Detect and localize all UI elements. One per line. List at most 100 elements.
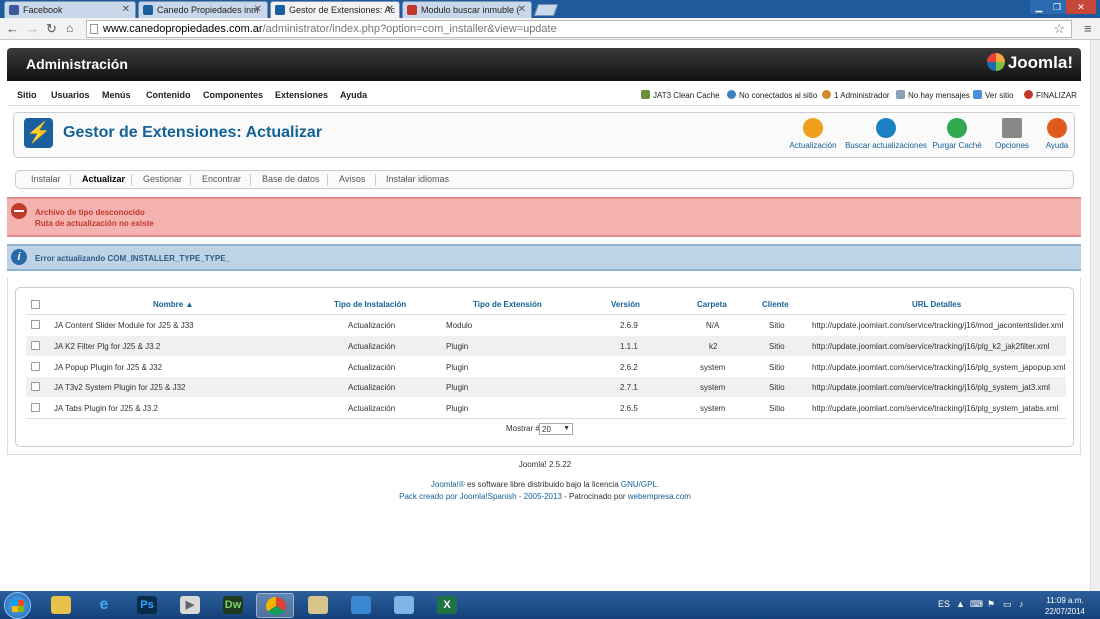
jat3-clean-cache-link[interactable]: JAT3 Clean Cache [641, 90, 720, 100]
clock-date: 22/07/2014 [1044, 607, 1086, 616]
volume-icon[interactable]: ♪ [1019, 599, 1024, 609]
col-carpeta[interactable]: Carpeta [697, 300, 727, 309]
col-nombre[interactable]: Nombre ▲ [153, 300, 193, 309]
view-site-link[interactable]: Ver sitio [973, 90, 1013, 100]
messages-link[interactable]: No hay mensajes [896, 90, 970, 100]
cell-url: http://update.joomlart.com/service/track… [812, 342, 1050, 351]
joomla-link[interactable]: Joomla!® [431, 480, 465, 489]
menu-ayuda[interactable]: Ayuda [340, 90, 367, 100]
browser-tab-canedo[interactable]: Canedo Propiedades inm ✕ [138, 1, 268, 18]
internet-explorer-icon: e [99, 596, 109, 613]
cell-version: 2.6.9 [620, 321, 638, 330]
taskbar-excel[interactable]: X [428, 593, 466, 618]
view-site-icon [973, 90, 982, 99]
cell-cliente: Sitio [769, 383, 785, 392]
bookmark-star-icon[interactable]: ☆ [1053, 21, 1065, 37]
tab-title: Facebook [23, 5, 63, 15]
vertical-scrollbar[interactable] [1090, 40, 1100, 591]
table-row: JA Popup Plugin for J25 & J32 Actualizac… [26, 357, 1066, 377]
tab-instalar[interactable]: Instalar [31, 174, 61, 184]
tab-actualizar[interactable]: Actualizar [82, 174, 125, 184]
find-updates-button[interactable]: Buscar actualizaciones [844, 118, 928, 150]
row-checkbox[interactable] [31, 362, 40, 371]
flag-icon[interactable]: ⚑ [987, 599, 995, 610]
col-version[interactable]: Versión [611, 300, 640, 309]
browser-tab-facebook[interactable]: Facebook ✕ [4, 1, 136, 18]
back-arrow-icon[interactable]: ← [6, 21, 19, 36]
keyboard-icon[interactable]: ⌨ [970, 599, 983, 610]
close-icon[interactable]: ✕ [518, 4, 526, 15]
joomla-spanish-link[interactable]: Pack creado por Joomla!Spanish - 2005-20… [399, 492, 562, 501]
menu-menus[interactable]: Menús [102, 90, 131, 100]
col-url-detalles[interactable]: URL Detalles [912, 300, 961, 309]
cell-cliente: Sitio [769, 363, 785, 372]
chrome-icon [266, 597, 286, 615]
show-count-select[interactable]: 20 [539, 423, 573, 435]
home-icon[interactable]: ⌂ [66, 21, 73, 35]
tab-encontrar[interactable]: Encontrar [202, 174, 241, 184]
browser-tab-modulo[interactable]: Modulo buscar inmuble ( ✕ [402, 1, 532, 18]
col-tipo-extension[interactable]: Tipo de Extensión [473, 300, 542, 309]
col-cliente[interactable]: Cliente [762, 300, 789, 309]
col-tipo-instalacion[interactable]: Tipo de Instalación [334, 300, 406, 309]
windows-taskbar: e Ps ▶ Dw X ES ▲ ⌨ ⚑ ▭ ♪ 11:09 a.m. 22/0… [0, 591, 1100, 619]
show-hidden-icons-icon[interactable]: ▲ [956, 599, 965, 609]
close-icon[interactable]: ✕ [254, 4, 262, 15]
help-button[interactable]: Ayuda [1042, 118, 1072, 150]
cell-carpeta: N/A [706, 321, 720, 330]
taskbar-photoshop[interactable]: Ps [128, 593, 166, 618]
taskbar-network[interactable] [342, 593, 380, 618]
tab-gestionar[interactable]: Gestionar [143, 174, 182, 184]
taskbar-explorer[interactable] [42, 593, 80, 618]
start-button[interactable] [4, 592, 31, 619]
divider [375, 174, 376, 186]
tab-avisos[interactable]: Avisos [339, 174, 365, 184]
url-input[interactable]: www.canedopropiedades.com.ar/administrat… [86, 20, 1072, 38]
row-checkbox[interactable] [31, 382, 40, 391]
update-button[interactable]: Actualización [788, 118, 838, 150]
close-window-icon[interactable]: ✕ [1066, 0, 1096, 14]
maximize-icon[interactable]: ❐ [1048, 0, 1066, 14]
taskbar-media[interactable]: ▶ [171, 593, 209, 618]
browser-menu-icon[interactable]: ≡ [1084, 21, 1092, 36]
forward-arrow-icon[interactable]: → [26, 21, 39, 36]
reload-icon[interactable]: ↻ [46, 21, 57, 37]
row-checkbox[interactable] [31, 320, 40, 329]
admin-title: Administración [26, 56, 128, 72]
notice-text: Error actualizando COM_INSTALLER_TYPE_TY… [35, 254, 231, 263]
row-checkbox[interactable] [31, 403, 40, 412]
language-indicator[interactable]: ES [938, 599, 950, 609]
select-all-checkbox[interactable] [31, 300, 40, 309]
row-checkbox[interactable] [31, 341, 40, 350]
menu-sitio[interactable]: Sitio [17, 90, 37, 100]
taskbar-chrome[interactable] [256, 593, 294, 618]
clock[interactable]: 11:09 a.m. 22/07/2014 [1040, 595, 1090, 617]
taskbar-outlook[interactable] [385, 593, 423, 618]
taskbar-dreamweaver[interactable]: Dw [214, 593, 252, 618]
options-button[interactable]: Opciones [994, 118, 1030, 150]
divider [327, 174, 328, 186]
menu-usuarios[interactable]: Usuarios [51, 90, 90, 100]
close-icon[interactable]: ✕ [386, 4, 394, 15]
menu-contenido[interactable]: Contenido [146, 90, 191, 100]
tab-instalar-idiomas[interactable]: Instalar idiomas [386, 174, 449, 184]
tab-base-de-datos[interactable]: Base de datos [262, 174, 320, 184]
media-player-icon: ▶ [180, 596, 200, 614]
logout-link[interactable]: FINALIZAR [1024, 90, 1077, 100]
close-icon[interactable]: ✕ [122, 4, 130, 15]
menu-extensiones[interactable]: Extensiones [275, 90, 328, 100]
gpl-link[interactable]: GNU/GPL [621, 480, 657, 489]
new-tab-button[interactable] [533, 4, 559, 16]
taskbar-folder[interactable] [299, 593, 337, 618]
divider [70, 174, 71, 186]
cell-cliente: Sitio [769, 321, 785, 330]
url-domain: www.canedopropiedades.com.ar [103, 23, 263, 35]
battery-icon[interactable]: ▭ [1003, 599, 1012, 610]
purge-cache-button[interactable]: Purgar Caché [932, 118, 982, 150]
minimize-icon[interactable]: ▁ [1030, 0, 1048, 14]
cell-cliente: Sitio [769, 342, 785, 351]
webempresa-link[interactable]: webempresa.com [628, 492, 691, 501]
taskbar-ie[interactable]: e [85, 593, 123, 618]
browser-tab-gestor[interactable]: Gestor de Extensiones: Ac ✕ [270, 1, 400, 18]
menu-componentes[interactable]: Componentes [203, 90, 263, 100]
